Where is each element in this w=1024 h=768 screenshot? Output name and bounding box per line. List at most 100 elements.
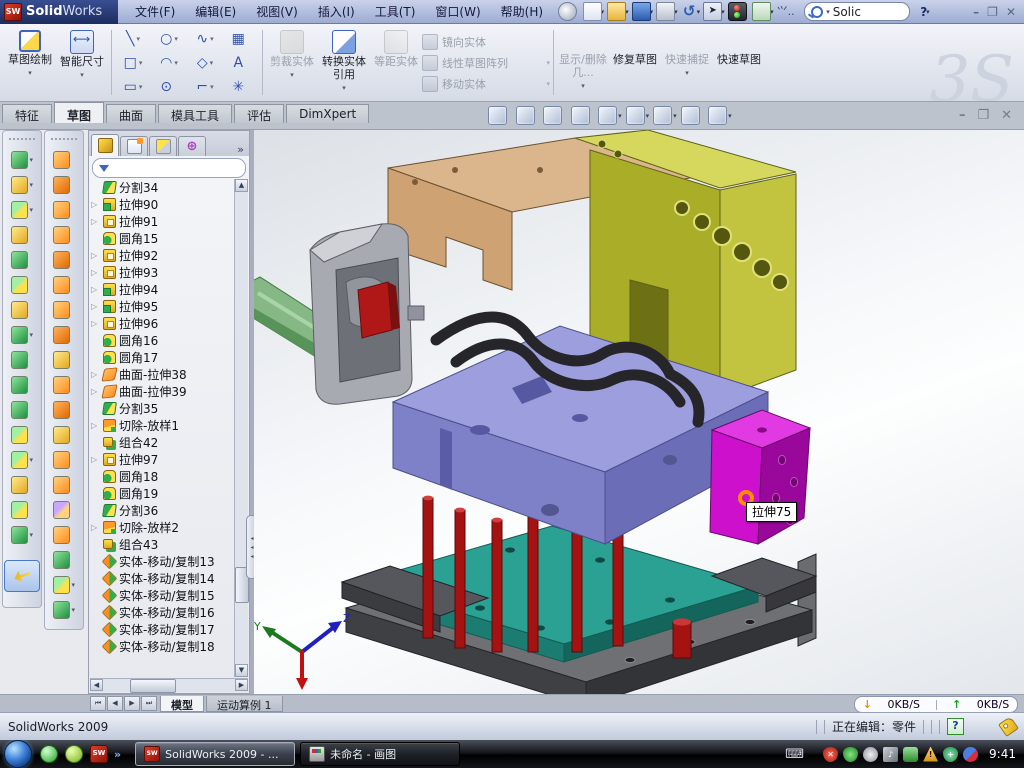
- graphics-viewport[interactable]: Y Z X 拉伸75: [254, 130, 1024, 694]
- pan-zoom-pressed-button[interactable]: [4, 560, 40, 592]
- move-entities-icon[interactable]: 移动实体 ▾: [422, 75, 550, 93]
- linear-sketch-pattern-icon[interactable]: 线性草图阵列 ▾: [422, 54, 550, 72]
- ribbon-tab[interactable]: DimXpert: [286, 104, 369, 123]
- dropdown-arrow-icon[interactable]: ▾: [136, 35, 140, 43]
- next-tab-button[interactable]: ▶: [124, 696, 140, 711]
- surface-toolbar-icon[interactable]: ▾: [53, 350, 75, 370]
- quick-launch-chevron[interactable]: »: [114, 748, 121, 761]
- feature-toolbar-icon[interactable]: ▾: [11, 525, 33, 545]
- menu-item[interactable]: 文件(F): [126, 0, 184, 23]
- feature-toolbar-icon[interactable]: ▾: [11, 300, 33, 320]
- sketch-entity-icon[interactable]: ╲ ▾: [115, 27, 151, 51]
- dropdown-arrow-icon[interactable]: ▾: [29, 456, 33, 464]
- sketch-entity-icon[interactable]: ○ ▾: [151, 27, 187, 51]
- expand-arrow-icon[interactable]: ▷: [91, 285, 100, 294]
- scroll-down-icon[interactable]: ▼: [235, 664, 248, 677]
- menu-item[interactable]: 窗口(W): [426, 0, 489, 23]
- sketch-entity-icon[interactable]: ✳ ▾: [223, 75, 259, 99]
- ball-icon[interactable]: [65, 745, 83, 763]
- save-icon[interactable]: [632, 2, 651, 21]
- expand-arrow-icon[interactable]: ▷: [91, 421, 100, 430]
- sketch-entity-icon[interactable]: ▦ ▾: [223, 27, 259, 51]
- surface-toolbar-icon[interactable]: ▾: [53, 150, 75, 170]
- dropdown-arrow-icon[interactable]: ▾: [210, 35, 214, 43]
- section-view-icon[interactable]: [571, 106, 590, 125]
- menu-item[interactable]: 帮助(H): [492, 0, 552, 23]
- surface-toolbar-icon[interactable]: ▾: [53, 400, 75, 420]
- view-orientation-icon[interactable]: [598, 106, 617, 125]
- expand-arrow-icon[interactable]: ▷: [91, 217, 100, 226]
- green-shield-icon[interactable]: [843, 747, 858, 762]
- tree-item[interactable]: ▷ 组合42: [91, 434, 233, 451]
- dropdown-arrow-icon[interactable]: ▾: [646, 112, 650, 120]
- surface-toolbar-icon[interactable]: ▾: [53, 600, 75, 620]
- tree-item[interactable]: ▷ 拉伸97: [91, 451, 233, 468]
- ribbon-tab[interactable]: 草图: [54, 102, 104, 123]
- surface-toolbar-icon[interactable]: ▾: [53, 575, 75, 595]
- sketch-entity-icon[interactable]: ▭ ▾: [115, 75, 151, 99]
- scroll-right-icon[interactable]: ▶: [235, 679, 248, 691]
- dropdown-arrow-icon[interactable]: ▾: [546, 59, 550, 67]
- search-dropdown-icon[interactable]: ▾: [826, 8, 830, 16]
- dropdown-arrow-icon[interactable]: ▾: [673, 112, 677, 120]
- tree-item[interactable]: ▷ 实体-移动/复制15: [91, 587, 233, 604]
- ribbon-tab[interactable]: 模具工具: [158, 104, 232, 123]
- feature-toolbar-icon[interactable]: ▾: [11, 200, 33, 220]
- messenger-icon[interactable]: [40, 745, 58, 763]
- tree-item[interactable]: ▷ 实体-移动/复制13: [91, 553, 233, 570]
- expand-arrow-icon[interactable]: ▷: [91, 302, 100, 311]
- dropdown-arrow-icon[interactable]: ▾: [210, 83, 214, 91]
- tree-item[interactable]: ▷ 分割34: [91, 179, 233, 196]
- propertymanager-tab[interactable]: [120, 136, 148, 156]
- document-tab[interactable]: 模型: [160, 696, 204, 712]
- offset-entities-icon[interactable]: 等距实体 ▾: [370, 26, 422, 99]
- feature-toolbar-icon[interactable]: ▾: [11, 225, 33, 245]
- surface-toolbar-icon[interactable]: ▾: [53, 525, 75, 545]
- search-input-value[interactable]: Solic: [833, 5, 861, 19]
- help-dropdown-icon[interactable]: ▾: [926, 8, 930, 16]
- document-close-button[interactable]: ✕: [1001, 108, 1012, 123]
- feature-toolbar-icon[interactable]: ▾: [11, 475, 33, 495]
- tree-horizontal-scrollbar[interactable]: ◀ ▶: [90, 678, 248, 692]
- dropdown-arrow-icon[interactable]: ▾: [342, 82, 346, 95]
- surface-toolbar-icon[interactable]: ▾: [53, 475, 75, 495]
- sketch-entity-icon[interactable]: ⌐ ▾: [187, 75, 223, 99]
- first-tab-button[interactable]: ⏮: [90, 696, 106, 711]
- expand-arrow-icon[interactable]: ▷: [91, 251, 100, 260]
- ribbon-tab[interactable]: 曲面: [106, 104, 156, 123]
- sketch-entity-icon[interactable]: ∿ ▾: [187, 27, 223, 51]
- sketch-entity-icon[interactable]: ◇ ▾: [187, 51, 223, 75]
- more-icon[interactable]: ⺍..: [777, 3, 794, 20]
- tree-item[interactable]: ▷ 圆角16: [91, 332, 233, 349]
- taskbar-button[interactable]: 未命名 - 画图: [300, 742, 460, 766]
- dual-icon[interactable]: [963, 747, 978, 762]
- edit-appearance-icon[interactable]: [681, 106, 700, 125]
- smart-dimension-icon[interactable]: 智能尺寸 ▾: [56, 26, 108, 99]
- quick-snaps-icon[interactable]: 快速捕捉 ▾: [661, 26, 713, 99]
- surface-toolbar-icon[interactable]: ▾: [53, 425, 75, 445]
- tree-item[interactable]: ▷ 组合43: [91, 536, 233, 553]
- feature-toolbar-icon[interactable]: ▾: [11, 150, 33, 170]
- start-button[interactable]: [4, 740, 32, 768]
- tree-item[interactable]: ▷ 切除-放样1: [91, 417, 233, 434]
- dropdown-arrow-icon[interactable]: ▾: [28, 67, 32, 80]
- solidworks-icon[interactable]: SW: [90, 745, 108, 763]
- dropdown-arrow-icon[interactable]: ▾: [29, 206, 33, 214]
- dropdown-arrow-icon[interactable]: ▾: [139, 83, 143, 91]
- undo-icon[interactable]: ↺: [681, 3, 698, 20]
- feature-toolbar-icon[interactable]: ▾: [11, 325, 33, 345]
- close-button[interactable]: ✕: [1006, 5, 1016, 19]
- dropdown-arrow-icon[interactable]: ▾: [29, 531, 33, 539]
- menu-item[interactable]: 视图(V): [247, 0, 307, 23]
- sketch-entity-icon[interactable]: A ▾: [223, 51, 259, 75]
- scroll-up-icon[interactable]: ▲: [235, 179, 248, 192]
- surface-toolbar-icon[interactable]: ▾: [53, 275, 75, 295]
- dropdown-arrow-icon[interactable]: ▾: [210, 59, 214, 67]
- expand-arrow-icon[interactable]: ▷: [91, 455, 100, 464]
- tree-item[interactable]: ▷ 圆角15: [91, 230, 233, 247]
- surface-toolbar-icon[interactable]: ▾: [53, 200, 75, 220]
- document-minimize-button[interactable]: –: [959, 108, 966, 123]
- tree-item[interactable]: ▷ 圆角17: [91, 349, 233, 366]
- tree-item[interactable]: ▷ 实体-移动/复制14: [91, 570, 233, 587]
- featuremanager-tab[interactable]: [91, 134, 119, 156]
